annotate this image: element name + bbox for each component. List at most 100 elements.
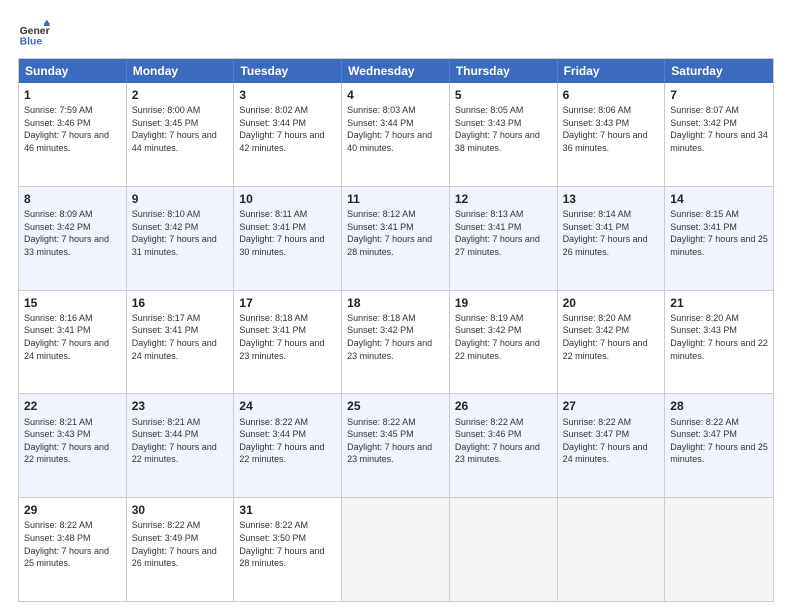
day-number: 29 [24, 502, 121, 518]
day-number: 8 [24, 191, 121, 207]
day-info: Sunrise: 8:22 AMSunset: 3:44 PMDaylight:… [239, 416, 336, 466]
day-info: Sunrise: 8:22 AMSunset: 3:46 PMDaylight:… [455, 416, 552, 466]
day-number: 1 [24, 87, 121, 103]
calendar-week-2: 8Sunrise: 8:09 AMSunset: 3:42 PMDaylight… [19, 186, 773, 290]
calendar-day-21: 21Sunrise: 8:20 AMSunset: 3:43 PMDayligh… [665, 291, 773, 394]
calendar-week-3: 15Sunrise: 8:16 AMSunset: 3:41 PMDayligh… [19, 290, 773, 394]
logo: General Blue [18, 18, 50, 50]
calendar-day-19: 19Sunrise: 8:19 AMSunset: 3:42 PMDayligh… [450, 291, 558, 394]
calendar-empty-cell [558, 498, 666, 601]
day-number: 4 [347, 87, 444, 103]
day-info: Sunrise: 8:03 AMSunset: 3:44 PMDaylight:… [347, 104, 444, 154]
calendar-empty-cell [450, 498, 558, 601]
calendar-day-8: 8Sunrise: 8:09 AMSunset: 3:42 PMDaylight… [19, 187, 127, 290]
day-info: Sunrise: 8:22 AMSunset: 3:49 PMDaylight:… [132, 519, 229, 569]
day-info: Sunrise: 8:13 AMSunset: 3:41 PMDaylight:… [455, 208, 552, 258]
day-number: 6 [563, 87, 660, 103]
day-number: 14 [670, 191, 768, 207]
day-number: 21 [670, 295, 768, 311]
day-number: 31 [239, 502, 336, 518]
header-day-tuesday: Tuesday [234, 59, 342, 83]
day-number: 13 [563, 191, 660, 207]
day-info: Sunrise: 8:10 AMSunset: 3:42 PMDaylight:… [132, 208, 229, 258]
calendar-day-16: 16Sunrise: 8:17 AMSunset: 3:41 PMDayligh… [127, 291, 235, 394]
day-number: 9 [132, 191, 229, 207]
calendar-day-12: 12Sunrise: 8:13 AMSunset: 3:41 PMDayligh… [450, 187, 558, 290]
day-info: Sunrise: 8:21 AMSunset: 3:44 PMDaylight:… [132, 416, 229, 466]
calendar-week-5: 29Sunrise: 8:22 AMSunset: 3:48 PMDayligh… [19, 497, 773, 601]
day-number: 12 [455, 191, 552, 207]
calendar-day-7: 7Sunrise: 8:07 AMSunset: 3:42 PMDaylight… [665, 83, 773, 186]
day-info: Sunrise: 8:18 AMSunset: 3:42 PMDaylight:… [347, 312, 444, 362]
day-number: 2 [132, 87, 229, 103]
calendar-day-2: 2Sunrise: 8:00 AMSunset: 3:45 PMDaylight… [127, 83, 235, 186]
calendar-day-3: 3Sunrise: 8:02 AMSunset: 3:44 PMDaylight… [234, 83, 342, 186]
day-info: Sunrise: 8:18 AMSunset: 3:41 PMDaylight:… [239, 312, 336, 362]
calendar-day-31: 31Sunrise: 8:22 AMSunset: 3:50 PMDayligh… [234, 498, 342, 601]
calendar-day-22: 22 Sunrise: 8:21 AMSunset: 3:43 PMDayligh… [19, 394, 127, 497]
calendar-day-24: 24Sunrise: 8:22 AMSunset: 3:44 PMDayligh… [234, 394, 342, 497]
calendar-day-23: 23 Sunrise: 8:21 AMSunset: 3:44 PMDayligh… [127, 394, 235, 497]
day-number: 25 [347, 398, 444, 414]
day-number: 27 [563, 398, 660, 414]
day-number: 23 [132, 398, 229, 414]
page-header: General Blue [18, 18, 774, 50]
calendar-day-30: 30Sunrise: 8:22 AMSunset: 3:49 PMDayligh… [127, 498, 235, 601]
svg-text:Blue: Blue [20, 36, 43, 47]
day-number: 16 [132, 295, 229, 311]
day-info: Sunrise: 8:19 AMSunset: 3:42 PMDaylight:… [455, 312, 552, 362]
day-number: 20 [563, 295, 660, 311]
day-info: Sunrise: 8:09 AMSunset: 3:42 PMDaylight:… [24, 208, 121, 258]
day-info: Sunrise: 8:17 AMSunset: 3:41 PMDaylight:… [132, 312, 229, 362]
day-info: Sunrise: 8:06 AMSunset: 3:43 PMDaylight:… [563, 104, 660, 154]
day-info: Sunrise: 8:21 AMSunset: 3:43 PMDaylight:… [24, 416, 121, 466]
calendar-day-10: 10Sunrise: 8:11 AMSunset: 3:41 PMDayligh… [234, 187, 342, 290]
day-number: 22 [24, 398, 121, 414]
calendar-header: SundayMondayTuesdayWednesdayThursdayFrid… [19, 59, 773, 83]
day-info: Sunrise: 8:12 AMSunset: 3:41 PMDaylight:… [347, 208, 444, 258]
day-info: Sunrise: 8:02 AMSunset: 3:44 PMDaylight:… [239, 104, 336, 154]
day-number: 30 [132, 502, 229, 518]
header-day-saturday: Saturday [665, 59, 773, 83]
calendar-day-6: 6Sunrise: 8:06 AMSunset: 3:43 PMDaylight… [558, 83, 666, 186]
svg-text:General: General [20, 26, 50, 37]
day-number: 3 [239, 87, 336, 103]
calendar-day-25: 25Sunrise: 8:22 AMSunset: 3:45 PMDayligh… [342, 394, 450, 497]
calendar-day-14: 14Sunrise: 8:15 AMSunset: 3:41 PMDayligh… [665, 187, 773, 290]
day-number: 7 [670, 87, 768, 103]
day-number: 11 [347, 191, 444, 207]
calendar-day-4: 4Sunrise: 8:03 AMSunset: 3:44 PMDaylight… [342, 83, 450, 186]
day-number: 15 [24, 295, 121, 311]
day-number: 28 [670, 398, 768, 414]
page: General Blue SundayMondayTuesdayWednesda… [0, 0, 792, 612]
calendar-day-13: 13Sunrise: 8:14 AMSunset: 3:41 PMDayligh… [558, 187, 666, 290]
day-info: Sunrise: 8:22 AMSunset: 3:50 PMDaylight:… [239, 519, 336, 569]
calendar-empty-cell [342, 498, 450, 601]
calendar-day-18: 18Sunrise: 8:18 AMSunset: 3:42 PMDayligh… [342, 291, 450, 394]
day-number: 18 [347, 295, 444, 311]
calendar-day-11: 11Sunrise: 8:12 AMSunset: 3:41 PMDayligh… [342, 187, 450, 290]
day-info: Sunrise: 8:22 AMSunset: 3:47 PMDaylight:… [670, 416, 768, 466]
calendar-empty-cell [665, 498, 773, 601]
calendar: SundayMondayTuesdayWednesdayThursdayFrid… [18, 58, 774, 602]
header-day-sunday: Sunday [19, 59, 127, 83]
calendar-day-29: 29Sunrise: 8:22 AMSunset: 3:48 PMDayligh… [19, 498, 127, 601]
calendar-day-1: 1Sunrise: 7:59 AMSunset: 3:46 PMDaylight… [19, 83, 127, 186]
header-day-monday: Monday [127, 59, 235, 83]
calendar-day-15: 15Sunrise: 8:16 AMSunset: 3:41 PMDayligh… [19, 291, 127, 394]
calendar-week-1: 1Sunrise: 7:59 AMSunset: 3:46 PMDaylight… [19, 83, 773, 186]
header-day-thursday: Thursday [450, 59, 558, 83]
day-info: Sunrise: 8:14 AMSunset: 3:41 PMDaylight:… [563, 208, 660, 258]
header-day-wednesday: Wednesday [342, 59, 450, 83]
day-number: 19 [455, 295, 552, 311]
day-info: Sunrise: 8:15 AMSunset: 3:41 PMDaylight:… [670, 208, 768, 258]
calendar-week-4: 22 Sunrise: 8:21 AMSunset: 3:43 PMDayligh… [19, 393, 773, 497]
day-number: 26 [455, 398, 552, 414]
header-day-friday: Friday [558, 59, 666, 83]
day-info: Sunrise: 8:22 AMSunset: 3:47 PMDaylight:… [563, 416, 660, 466]
calendar-day-27: 27 Sunrise: 8:22 AMSunset: 3:47 PMDayligh… [558, 394, 666, 497]
day-info: Sunrise: 8:22 AMSunset: 3:48 PMDaylight:… [24, 519, 121, 569]
calendar-day-28: 28 Sunrise: 8:22 AMSunset: 3:47 PMDayligh… [665, 394, 773, 497]
calendar-day-17: 17Sunrise: 8:18 AMSunset: 3:41 PMDayligh… [234, 291, 342, 394]
day-info: Sunrise: 8:00 AMSunset: 3:45 PMDaylight:… [132, 104, 229, 154]
